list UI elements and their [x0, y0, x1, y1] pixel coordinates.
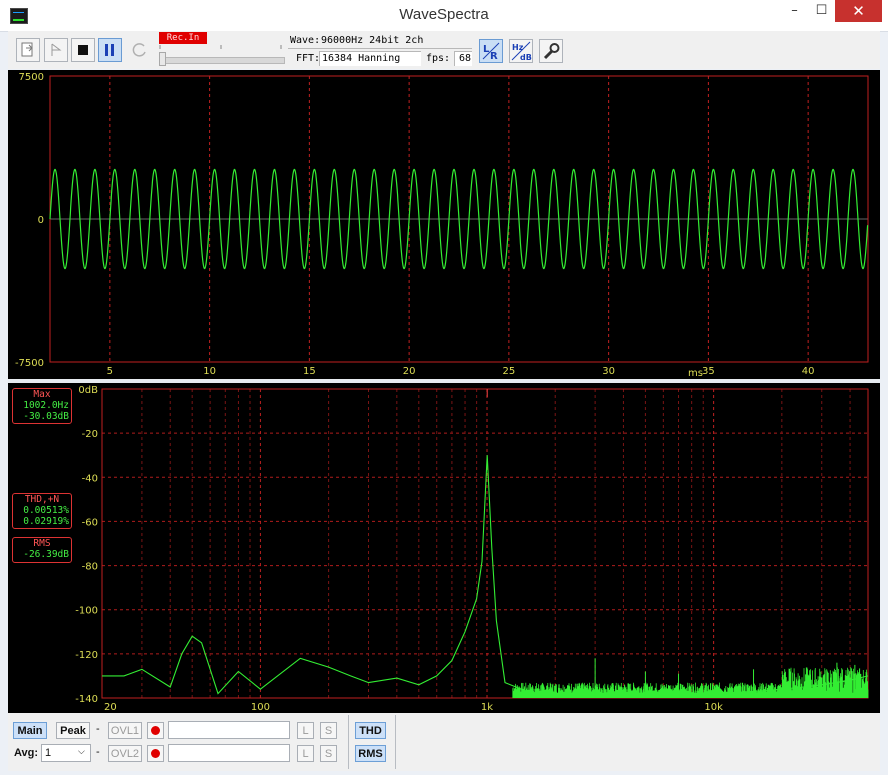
spec-y-tick-label: -80	[82, 562, 98, 573]
svg-text:dB: dB	[520, 53, 532, 62]
divider	[348, 715, 349, 769]
thd-readout: THD,+N 0.00513% 0.02919%	[12, 493, 72, 529]
spec-y-tick-label: -100	[75, 606, 98, 617]
settings-button[interactable]	[539, 39, 563, 63]
ovl1-save-button[interactable]: S	[320, 722, 337, 739]
thd-readout-header: THD,+N	[24, 494, 60, 505]
rms-level: -26.39dB	[23, 549, 69, 560]
spec-x-tick-label: 10k	[704, 702, 723, 713]
max-readout: Max 1002.0Hz -30.03dB	[12, 388, 72, 424]
fft-value: 16384 Hanning	[322, 53, 401, 64]
wrench-icon	[543, 43, 560, 60]
rms-readout: RMS -26.39dB	[12, 537, 72, 563]
stop-icon	[78, 45, 88, 55]
loop-icon	[132, 43, 146, 57]
input-level-slider[interactable]	[159, 57, 285, 64]
pause-icon	[105, 44, 114, 56]
separator-dash-2: -	[96, 746, 100, 758]
max-level: -30.03dB	[23, 411, 69, 422]
spectrum-trace	[102, 455, 869, 697]
rec-in-indicator: Rec.In	[159, 32, 207, 44]
spec-x-tick-label: 100	[251, 702, 270, 713]
spec-y-tick-label: -120	[75, 650, 98, 661]
thd-button[interactable]: THD	[355, 722, 386, 739]
ovl1-name-field[interactable]	[168, 721, 290, 739]
toolbar: Rec.In Wave: 96000Hz 24bit 2ch FFT: 1638…	[8, 31, 880, 69]
close-button[interactable]: ✕	[835, 0, 882, 22]
thd-value: 0.00513%	[23, 505, 69, 516]
rms-readout-header: RMS	[33, 538, 51, 549]
maximize-button[interactable]: ☐	[808, 0, 835, 22]
input-level-thumb[interactable]	[159, 52, 166, 66]
wave-x-unit: ms	[688, 368, 703, 379]
spec-y-tick-label: -40	[82, 473, 98, 484]
spec-y-tick-label: -140	[75, 694, 98, 705]
wave-x-tick-label: 35	[702, 366, 715, 377]
ovl1-button[interactable]: OVL1	[108, 722, 142, 739]
play-button[interactable]	[44, 38, 68, 62]
ovl1-load-button[interactable]: L	[297, 722, 314, 739]
spec-y-tick-label: -20	[82, 429, 98, 440]
chevron-down-icon: ⌵	[78, 746, 85, 756]
svg-text:R: R	[490, 51, 498, 62]
wave-x-tick-label: 15	[303, 366, 316, 377]
wave-x-tick-label: 10	[203, 366, 216, 377]
wave-format-value: 96000Hz 24bit 2ch	[321, 35, 424, 46]
hz-db-scale-button[interactable]: Hz dB	[509, 39, 533, 63]
play-icon	[51, 43, 62, 56]
spec-frame	[101, 388, 869, 699]
rms-button[interactable]: RMS	[355, 745, 386, 762]
wave-label: Wave:	[290, 35, 321, 46]
ovl1-record-button[interactable]	[147, 722, 164, 739]
ovl2-save-button[interactable]: S	[320, 745, 337, 762]
lr-channel-button[interactable]: LR	[479, 39, 503, 63]
divider-2	[395, 715, 396, 769]
wave-y-tick-label: -7500	[15, 358, 44, 369]
minimize-button[interactable]: –	[781, 0, 808, 22]
spec-x-tick-label: 1k	[481, 702, 493, 713]
title-bar: WaveSpectra – ☐ ✕	[0, 0, 888, 32]
max-readout-header: Max	[33, 389, 51, 400]
pause-button[interactable]	[98, 38, 122, 62]
ovl2-button[interactable]: OVL2	[108, 745, 142, 762]
bottom-control-bar: Main Peak - OVL1 L S Avg: 1 ⌵ - OVL2 L S…	[8, 713, 880, 771]
spectrum-panel: 0dB -20 -40 -60 -80 -100 -120 -140 20 100 1k 10k Ma…	[8, 383, 880, 713]
peak-button[interactable]: Peak	[56, 722, 90, 739]
wave-x-tick-label: 40	[802, 366, 815, 377]
main-button[interactable]: Main	[13, 722, 47, 739]
thd-n-value: 0.02919%	[23, 516, 69, 527]
spec-x-tick-label: 20	[104, 702, 117, 713]
avg-select[interactable]: 1 ⌵	[41, 744, 91, 762]
open-file-button[interactable]	[16, 38, 40, 62]
avg-label: Avg:	[14, 747, 39, 759]
ovl2-record-button[interactable]	[147, 745, 164, 762]
max-frequency: 1002.0Hz	[23, 400, 69, 411]
separator-dash: -	[96, 723, 100, 735]
ovl2-load-button[interactable]: L	[297, 745, 314, 762]
window-title: WaveSpectra	[399, 6, 489, 23]
loop-button[interactable]	[128, 38, 152, 62]
fps-label: fps:	[426, 53, 451, 64]
fft-label: FFT:	[296, 53, 321, 64]
wave-x-tick-label: 30	[602, 366, 615, 377]
avg-value: 1	[45, 747, 52, 759]
spec-y-tick-label: -60	[82, 517, 98, 528]
wave-y-tick-label: 0	[38, 215, 44, 226]
ovl2-name-field[interactable]	[168, 744, 290, 762]
spectrum-noise-floor	[512, 667, 869, 698]
spectrum-chart: 0dB -20 -40 -60 -80 -100 -120 -140 20 100 1k 10k	[75, 385, 869, 713]
level-ticks	[159, 45, 282, 49]
wave-y-tick-label: 7500	[19, 72, 44, 83]
waveform-panel: 5 10 15 20 25 30 35 40 7500 0 -7500 ms	[8, 70, 880, 379]
spec-y-tick-label: 0dB	[78, 385, 98, 396]
lr-channel-icon: LR	[482, 42, 500, 62]
hz-db-icon: HzdB	[511, 41, 532, 62]
wave-x-tick-label: 20	[403, 366, 416, 377]
stop-button[interactable]	[71, 38, 95, 62]
fps-value: 68	[459, 53, 472, 64]
wave-x-tick-label: 5	[107, 366, 113, 377]
waveform-chart: 5 10 15 20 25 30 35 40 7500 0 -7500 ms	[15, 72, 869, 379]
open-file-icon	[21, 42, 33, 57]
wave-x-tick-label: 25	[503, 366, 516, 377]
